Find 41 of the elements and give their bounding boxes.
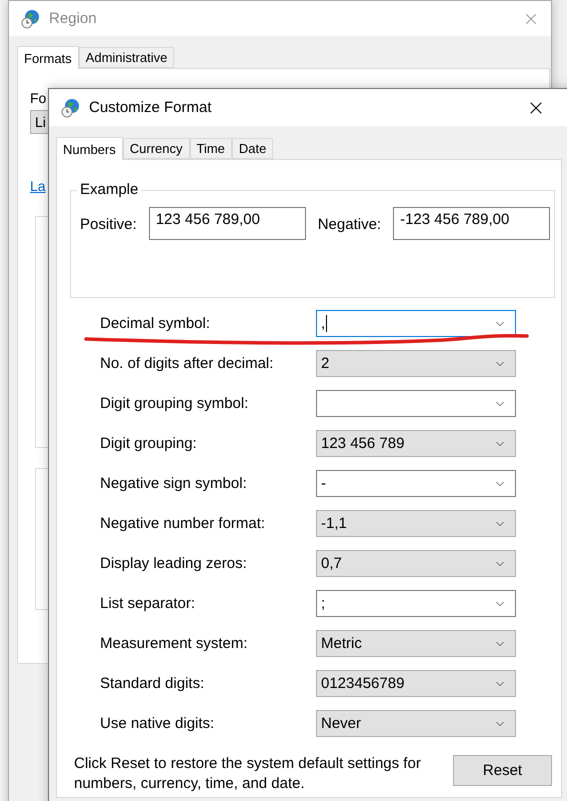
- tab[interactable]: Date: [232, 138, 274, 159]
- field-label: Negative:: [318, 216, 382, 233]
- help-text: Click Reset to restore the system default settings for numbers, currency, time, and date.: [74, 754, 421, 794]
- dropdown[interactable]: Never: [316, 710, 516, 737]
- field-label: Decimal symbol:: [100, 315, 212, 332]
- dropdown[interactable]: 123 456 789: [316, 430, 516, 457]
- field-label: No. of digits after decimal:: [100, 355, 274, 372]
- reset-button[interactable]: Reset: [453, 755, 552, 786]
- field-label: Use native digits:: [100, 715, 216, 732]
- dropdown[interactable]: -1,1: [316, 510, 516, 537]
- tab[interactable]: Formats: [17, 46, 79, 69]
- window-title: Customize Format: [89, 99, 213, 116]
- field-label: Digit grouping:: [100, 435, 198, 452]
- positive-field: 123 456 789,00: [148, 207, 306, 240]
- dropdown[interactable]: 0,7: [316, 550, 516, 577]
- field-label: List separator:: [100, 595, 196, 612]
- negative-field: -123 456 789,00: [393, 207, 550, 240]
- dropdown[interactable]: 2: [316, 350, 516, 377]
- field-label: Negative sign symbol:: [100, 475, 248, 492]
- field-label: Fo: [30, 90, 46, 106]
- field-label: Display leading zeros:: [100, 555, 248, 572]
- combo-box[interactable]: [316, 390, 516, 417]
- field-label: Standard digits:: [100, 675, 206, 692]
- tab[interactable]: Time: [190, 138, 232, 159]
- combo-box[interactable]: -: [316, 470, 516, 497]
- window-title: Region: [49, 10, 98, 27]
- globe-clock-icon: [61, 98, 81, 118]
- dropdown[interactable]: 0123456789: [316, 670, 516, 697]
- link[interactable]: La: [30, 178, 46, 194]
- tab[interactable]: Administrative: [78, 47, 174, 68]
- field-label: Measurement system:: [100, 635, 249, 652]
- field-label: Negative number format:: [100, 515, 266, 532]
- dropdown[interactable]: Metric: [316, 630, 516, 657]
- combo-box[interactable]: ,: [316, 310, 516, 337]
- combo-box[interactable]: ;: [316, 590, 516, 617]
- globe-clock-icon: [21, 8, 41, 28]
- field-label: Digit grouping symbol:: [100, 395, 250, 412]
- field-label: Positive:: [80, 216, 137, 233]
- tab[interactable]: Numbers: [56, 137, 123, 160]
- tab[interactable]: Currency: [122, 138, 190, 159]
- group-title: Example: [77, 181, 142, 198]
